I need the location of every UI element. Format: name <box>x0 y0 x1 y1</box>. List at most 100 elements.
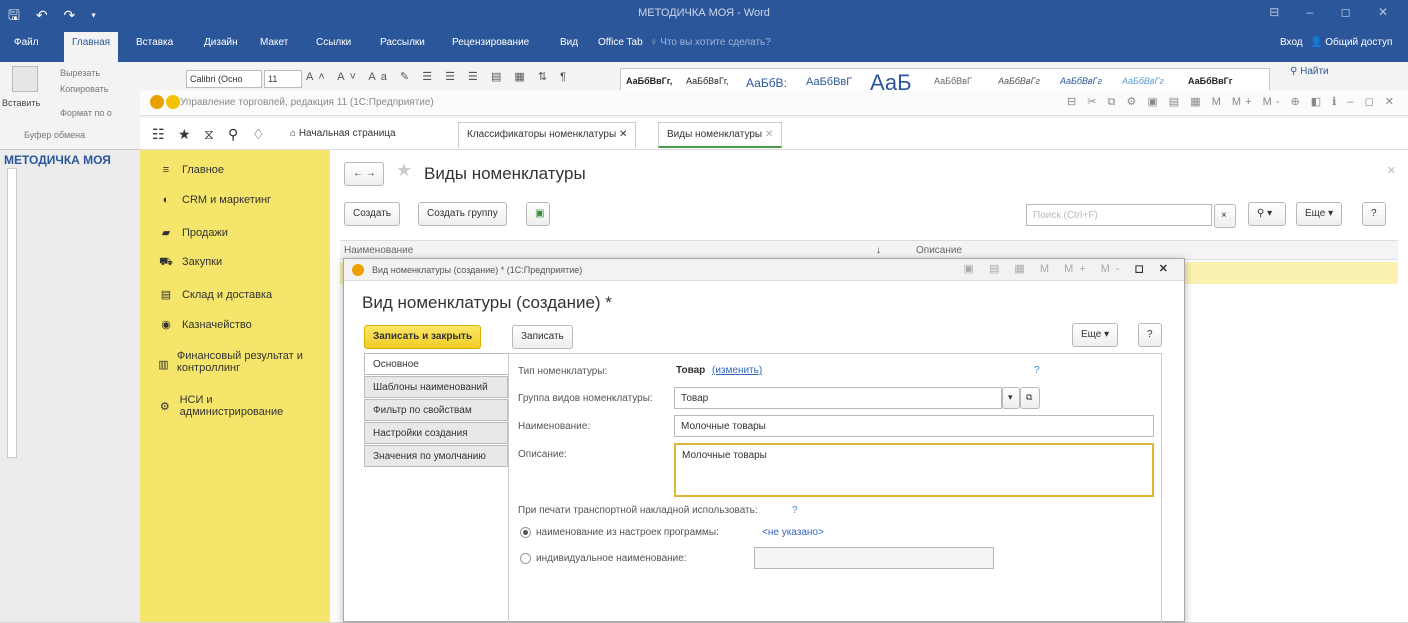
print-help-icon[interactable]: ? <box>792 505 798 516</box>
tab-references[interactable]: Ссылки <box>316 37 351 48</box>
bell-icon[interactable]: ♢ <box>252 126 265 143</box>
name-field[interactable]: Молочные товары <box>674 415 1154 437</box>
tab-property-filter[interactable]: Фильтр по свойствам <box>364 399 508 421</box>
section-admin[interactable]: ⚙ НСИ и администрирование <box>158 394 298 418</box>
individual-name-field[interactable] <box>754 547 994 569</box>
section-sales[interactable]: ▰ Продажи <box>158 226 228 239</box>
vertical-ruler <box>7 168 17 458</box>
favorite-star-icon[interactable]: ★ <box>396 160 412 181</box>
section-label: НСИ и администрирование <box>179 394 284 418</box>
dialog-title-bar: Вид номенклатуры (создание) * (1С:Предпр… <box>344 259 1184 281</box>
section-crm[interactable]: ◐ CRM и маркетинг <box>158 194 271 206</box>
type-help-icon[interactable]: ? <box>1034 365 1040 376</box>
format-painter-button[interactable]: Формат по о <box>60 108 112 118</box>
more-button[interactable]: Еще ▾ <box>1296 202 1343 226</box>
close-form-icon[interactable]: ✕ <box>1387 164 1396 177</box>
nav-back-forward[interactable]: ← → <box>344 162 384 186</box>
history-icon[interactable]: ⧖ <box>204 126 214 143</box>
word-window-controls[interactable]: ⊟ – ◻ ✕ <box>1269 5 1400 19</box>
favorites-star-icon[interactable]: ★ <box>178 126 191 143</box>
font-name-select[interactable]: Calibri (Осно <box>186 70 262 88</box>
copy-button[interactable]: Копировать <box>60 84 108 94</box>
1c-logo-icon <box>352 264 364 276</box>
save-and-close-button[interactable]: Записать и закрыть <box>364 325 482 349</box>
tab-main[interactable]: Основное <box>364 353 508 375</box>
tab-creation-settings[interactable]: Настройки создания <box>364 422 508 444</box>
section-warehouse[interactable]: ▤ Склад и доставка <box>158 288 272 301</box>
tell-me-search[interactable]: ♀ Что вы хотите сделать? <box>650 37 771 48</box>
find-button[interactable]: ⚲ Найти <box>1290 66 1329 77</box>
help-button[interactable]: ? <box>1138 323 1162 347</box>
1c-title-bar: Управление торговлей, редакция 11 (1С:Пр… <box>140 90 1408 116</box>
more-button[interactable]: Еще ▾ <box>1072 323 1119 347</box>
tab-home[interactable]: Главная <box>64 32 119 62</box>
option-individual-radio[interactable] <box>520 553 531 564</box>
tab-insert[interactable]: Вставка <box>136 37 173 48</box>
apps-grid-icon[interactable]: ☷ <box>152 126 165 143</box>
section-main[interactable]: ≡ Главное <box>158 164 224 176</box>
signin-link[interactable]: Вход <box>1280 37 1303 48</box>
help-button[interactable]: ? <box>1362 202 1386 226</box>
clear-search-icon[interactable]: × <box>1214 204 1236 228</box>
tab-file[interactable]: Файл <box>14 37 39 48</box>
create-group-button[interactable]: Создать группу <box>418 202 507 226</box>
sales-icon: ▰ <box>161 227 171 239</box>
section-purchases[interactable]: ⛟ Закупки <box>158 256 222 270</box>
cut-button[interactable]: Вырезать <box>60 68 100 78</box>
change-type-link[interactable]: (изменить) <box>712 365 762 376</box>
open-icon[interactable]: ⧉ <box>1020 387 1040 409</box>
column-desc-header[interactable]: Описание <box>916 245 962 256</box>
description-field[interactable]: Молочные товары <box>674 443 1154 497</box>
option-from-settings-radio[interactable] <box>520 527 531 538</box>
home-icon: ⌂ <box>290 128 299 139</box>
tab-layout[interactable]: Макет <box>260 37 288 48</box>
dialog-window-controls[interactable]: ▣ ▤ ▦ M M+ M- ◻ ✕ <box>964 262 1175 275</box>
share-button[interactable]: 👤 Общий доступ <box>1310 37 1392 48</box>
tab-office-tab[interactable]: Office Tab <box>598 37 643 48</box>
paste-button[interactable]: Вставить <box>2 98 40 108</box>
paste-icon[interactable] <box>12 66 38 92</box>
close-icon[interactable]: ✕ <box>765 129 773 140</box>
tab-default-values[interactable]: Значения по умолчанию <box>364 445 508 467</box>
tab-view[interactable]: Вид <box>560 37 578 48</box>
option-individual-label: индивидуальное наименование: <box>536 553 687 564</box>
tab-review[interactable]: Рецензирование <box>452 37 529 48</box>
1c-menu-icon[interactable] <box>166 95 180 109</box>
tab-name-templates[interactable]: Шаблоны наименований <box>364 376 508 398</box>
tab-classifiers[interactable]: Классификаторы номенклатуры ✕ <box>458 122 637 148</box>
description-label: Описание: <box>518 449 567 460</box>
dialog-heading: Вид номенклатуры (создание) * <box>362 293 612 312</box>
font-format-buttons[interactable]: A˄ A˅ Aa ✎ ☰ ☰ ☰ ▤ ▦ ⇅ ¶ <box>306 70 606 88</box>
tab-home-page[interactable]: ⌂ Начальная страница <box>282 122 404 148</box>
tab-home-page-label: Начальная страница <box>298 128 396 139</box>
group-field[interactable]: Товар <box>674 387 1002 409</box>
section-finance[interactable]: ▥ Финансовый результат и контроллинг <box>158 350 308 374</box>
close-icon[interactable]: ✕ <box>619 129 627 140</box>
dropdown-button[interactable]: ▾ <box>1002 387 1020 409</box>
tab-design[interactable]: Дизайн <box>204 37 238 48</box>
create-button[interactable]: Создать <box>344 202 401 226</box>
1c-toolbar: ☷ ★ ⧖ ⚲ ♢ ⌂ Начальная страница Классифик… <box>140 118 1408 150</box>
section-treasury[interactable]: ◉ Казначейство <box>158 318 252 331</box>
search-options-button[interactable]: ⚲ ▾ <box>1248 202 1286 226</box>
name-label: Наименование: <box>518 421 591 432</box>
column-name-header[interactable]: Наименование <box>344 245 413 256</box>
1c-title-tools[interactable]: ⊟ ✂ ⧉ ⚙ ▣ ▤ ▦ M M+ M- ⊕ ◧ ℹ – ◻ ✕ <box>1067 95 1398 109</box>
tab-mailings[interactable]: Рассылки <box>380 37 425 48</box>
find-label: Найти <box>1300 66 1329 77</box>
section-label: Закупки <box>182 256 223 268</box>
tab-nomenclature-kinds[interactable]: Виды номенклатуры ✕ <box>658 122 783 148</box>
gear-icon: ⚙ <box>159 401 170 413</box>
word-ribbon-tabs: Файл Главная Вставка Дизайн Макет Ссылки… <box>0 28 1408 62</box>
search-icon[interactable]: ⚲ <box>228 126 238 143</box>
font-size-select[interactable]: 11 <box>264 70 302 88</box>
search-input[interactable]: Поиск (Ctrl+F) <box>1026 204 1212 226</box>
more-label: Еще <box>1305 208 1326 219</box>
save-button[interactable]: Записать <box>512 325 573 349</box>
tab-classifiers-label: Классификаторы номенклатуры <box>467 129 617 140</box>
excel-icon[interactable]: ▣ <box>526 202 550 226</box>
type-label: Тип номенклатуры: <box>518 366 608 377</box>
truck-icon: ⛟ <box>159 256 173 268</box>
word-window-title: МЕТОДИЧКА МОЯ - Word <box>638 7 770 19</box>
not-specified-link[interactable]: <не указано> <box>762 527 824 538</box>
